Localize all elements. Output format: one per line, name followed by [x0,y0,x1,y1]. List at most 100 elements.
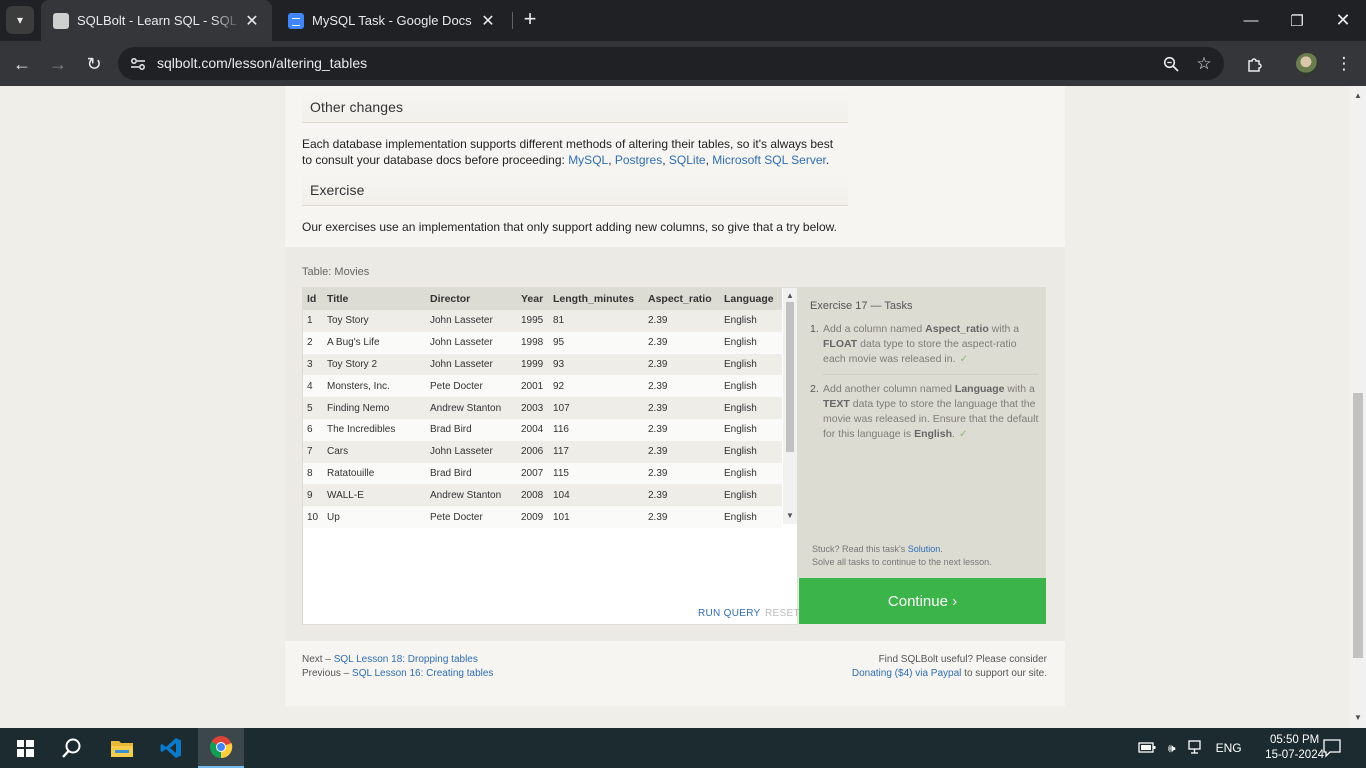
table-cell: Pete Docter [426,375,517,398]
table-cell: 1998 [517,331,549,354]
postgres-docs-link[interactable]: Postgres [615,153,662,167]
reset-button[interactable]: RESET [765,608,800,619]
sqlite-docs-link[interactable]: SQLite [669,153,706,167]
table-cell: 1 [303,310,323,332]
column-header: Aspect_ratio [644,288,720,310]
column-header: Director [426,288,517,310]
taskbar-clock[interactable]: 05:50 PM 15-07-2024 [1265,733,1324,763]
table-cell: 3 [303,353,323,376]
table-row: 1 Toy Story John Lasseter 1995 81 2.39 English [303,310,782,332]
browser-tab-strip: ▾ SQLBolt - Learn SQL - SQL Lesson 17: A… [0,0,1366,41]
start-button[interactable] [2,728,48,768]
chrome-icon[interactable] [198,728,244,768]
bookmark-star-icon[interactable]: ☆ [1191,51,1217,77]
battery-icon[interactable] [1138,741,1156,756]
table-cell: 116 [549,418,644,441]
tab-title: SQLBolt - Learn SQL - SQL Lesson 17: Alt… [77,13,242,28]
chrome-menu-kebab-icon[interactable]: ⋮ [1329,49,1359,79]
table-row: 10 Up Pete Docter 2009 101 2.39 English [303,506,782,528]
table-cell: 93 [549,353,644,376]
table-cell: 2003 [517,397,549,419]
close-tab-icon[interactable]: ✕ [242,11,262,31]
profile-avatar[interactable] [1292,49,1322,79]
sqlbolt-favicon-icon [53,12,69,29]
results-scrollbar[interactable]: ▲ ▼ [783,288,797,524]
mysql-docs-link[interactable]: MySQL [568,153,608,167]
zoom-icon[interactable] [1158,51,1184,77]
network-icon[interactable] [1187,739,1204,757]
file-explorer-icon[interactable] [99,728,145,768]
task-list: 1. Add a column named Aspect_ratio with … [810,322,1042,449]
restore-window-icon[interactable]: ❐ [1274,0,1320,41]
table-cell: English [720,484,782,507]
table-cell: 2008 [517,484,549,507]
windows-logo-icon [16,739,34,757]
table-cell: 81 [549,310,644,332]
table-cell: Toy Story [323,310,426,332]
notifications-icon[interactable] [1322,728,1342,768]
page-scrollbar[interactable]: ▲ ▼ [1350,86,1366,728]
next-lesson-link[interactable]: SQL Lesson 18: Dropping tables [334,654,478,665]
task-divider [823,374,1038,375]
system-tray: 🕪 ENG [1138,728,1242,768]
tab-google-docs[interactable]: MySQL Task - Google Docs ✕ [276,0,508,41]
lesson-nav-footer: Next – SQL Lesson 18: Dropping tables Pr… [302,654,494,679]
forward-arrow-icon[interactable]: → [43,49,73,79]
site-info-icon[interactable] [126,52,150,76]
table-cell: 2.39 [644,484,720,507]
support-footer: Find SQLBolt useful? Please consider Don… [851,654,1047,679]
table-cell: 2.39 [644,397,720,419]
table-header-row: Id Title Director Year Length_minutes As… [303,288,782,310]
reload-icon[interactable]: ↻ [79,49,109,79]
table-cell: John Lasseter [426,331,517,354]
table-row: 4 Monsters, Inc. Pete Docter 2001 92 2.39 Engl… [303,375,782,398]
tab-search-chevron-icon[interactable]: ▾ [6,6,34,34]
results-scroll-thumb[interactable] [786,302,794,452]
column-header: Id [303,288,323,310]
tab-title: MySQL Task - Google Docs [312,13,472,28]
query-results-box: Id Title Director Year Length_minutes As… [302,287,800,625]
exercise-paragraph: Our exercises use an implementation that… [302,220,837,234]
address-bar[interactable]: sqlbolt.com/lesson/altering_tables ☆ [118,47,1224,80]
table-cell: 2 [303,331,323,354]
page-scroll-thumb[interactable] [1353,393,1363,658]
close-tab-icon[interactable]: ✕ [478,11,498,31]
task-complete-check-icon: ✓ [958,428,968,440]
stuck-hint: Stuck? Read this task's Solution. Solve … [812,544,992,567]
page-scroll-up-arrow-icon[interactable]: ▲ [1354,91,1362,100]
close-window-icon[interactable]: ✕ [1320,0,1366,41]
search-icon[interactable] [49,728,95,768]
input-language[interactable]: ENG [1216,741,1242,755]
tab-sqlbolt[interactable]: SQLBolt - Learn SQL - SQL Lesson 17: Alt… [41,0,272,41]
sql-server-docs-link[interactable]: Microsoft SQL Server [712,153,826,167]
scroll-up-arrow-icon[interactable]: ▲ [786,292,794,300]
task-complete-check-icon: ✓ [959,353,969,365]
table-cell: 7 [303,440,323,463]
other-changes-heading: Other changes [302,91,848,123]
back-arrow-icon[interactable]: ← [7,49,37,79]
table-cell: English [720,418,782,441]
volume-icon[interactable]: 🕪 [1168,741,1176,756]
solution-link[interactable]: Solution [908,544,941,554]
vscode-icon[interactable] [148,728,194,768]
donate-link[interactable]: Donating ($4) via Paypal [852,668,962,679]
table-cell: English [720,462,782,485]
scroll-down-arrow-icon[interactable]: ▼ [786,512,794,520]
table-cell: 9 [303,484,323,507]
new-tab-plus-icon[interactable]: + [518,8,542,32]
page-scroll-down-arrow-icon[interactable]: ▼ [1354,713,1362,722]
table-cell: 2.39 [644,353,720,376]
previous-lesson-link[interactable]: SQL Lesson 16: Creating tables [352,668,493,679]
google-docs-favicon-icon [288,12,304,29]
table-cell: Andrew Stanton [426,484,517,507]
continue-button[interactable]: Continue › [799,578,1046,624]
table-cell: 2.39 [644,440,720,463]
column-header: Year [517,288,549,310]
table-cell: 2.39 [644,462,720,485]
table-cell: 2004 [517,418,549,441]
extensions-puzzle-icon[interactable] [1240,49,1270,79]
table-row: 5 Finding Nemo Andrew Stanton 2003 107 2.39 En… [303,397,782,419]
minimize-window-icon[interactable]: — [1228,0,1274,41]
run-query-button[interactable]: RUN QUERY [698,608,761,619]
table-cell: Brad Bird [426,418,517,441]
